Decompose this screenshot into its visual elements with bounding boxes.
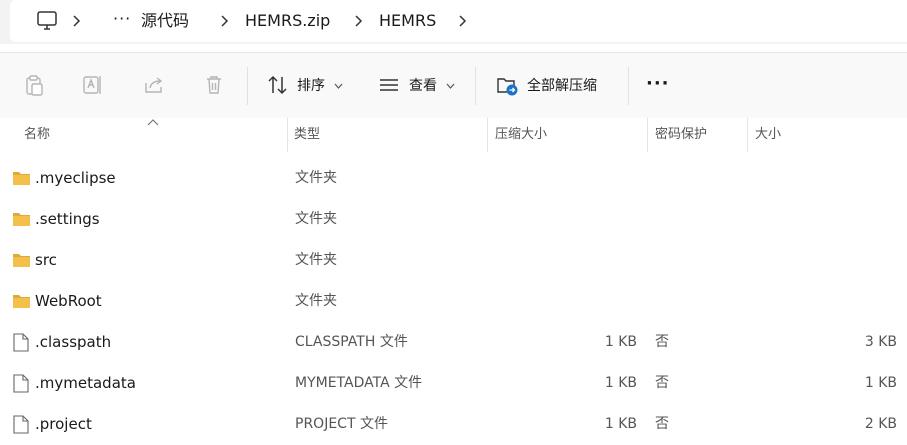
sort-ascending-icon <box>147 119 159 126</box>
file-password-protected: 否 <box>655 416 669 432</box>
file-type: 文件夹 <box>295 211 337 227</box>
file-type: MYMETADATA 文件 <box>295 375 423 391</box>
chevron-down-icon[interactable] <box>334 83 343 89</box>
file-row[interactable]: .project PROJECT 文件 1 KB 否 2 KB <box>0 404 907 442</box>
chevron-right-icon[interactable] <box>454 13 470 29</box>
toolbar-divider <box>247 67 248 105</box>
breadcrumb-item-zip[interactable]: HEMRS.zip <box>245 0 330 42</box>
folder-icon <box>13 295 30 308</box>
column-header-name[interactable]: 名称 <box>24 118 50 152</box>
file-row[interactable]: .settings 文件夹 <box>0 199 907 240</box>
toolbar-divider <box>475 67 476 105</box>
file-row[interactable]: .classpath CLASSPATH 文件 1 KB 否 3 KB <box>0 322 907 363</box>
file-name[interactable]: WebRoot <box>35 281 102 322</box>
file-row[interactable]: WebRoot 文件夹 <box>0 281 907 322</box>
view-icon[interactable] <box>377 73 401 97</box>
file-name[interactable]: src <box>35 240 57 281</box>
sort-button[interactable]: 排序 <box>297 53 325 119</box>
delete-icon[interactable] <box>202 73 226 97</box>
column-header-compressed-size[interactable]: 压缩大小 <box>495 118 547 152</box>
sort-icon[interactable] <box>266 73 290 97</box>
file-compressed-size: 1 KB <box>604 334 637 350</box>
column-header-row: 名称 类型 压缩大小 密码保护 大小 <box>0 118 907 152</box>
column-divider[interactable] <box>287 118 288 152</box>
column-divider[interactable] <box>647 118 648 152</box>
share-icon[interactable] <box>142 73 166 97</box>
address-bar: ··· 源代码 HEMRS.zip HEMRS <box>0 0 907 44</box>
command-bar: 排序 查看 全部解压缩 ··· <box>0 52 907 119</box>
view-button[interactable]: 查看 <box>409 53 437 119</box>
file-type: 文件夹 <box>295 170 337 186</box>
column-divider[interactable] <box>747 118 748 152</box>
breadcrumb-item-source[interactable]: 源代码 <box>141 0 189 42</box>
column-header-size[interactable]: 大小 <box>755 118 781 152</box>
file-type: 文件夹 <box>295 293 337 309</box>
file-icon <box>13 415 29 434</box>
extract-all-icon[interactable] <box>496 73 520 97</box>
chevron-right-icon[interactable] <box>68 13 84 29</box>
file-name[interactable]: .settings <box>35 199 100 240</box>
file-password-protected: 否 <box>655 375 669 391</box>
chevron-right-icon[interactable] <box>216 13 232 29</box>
file-icon <box>13 333 29 352</box>
toolbar-divider <box>628 67 629 105</box>
file-row[interactable]: src 文件夹 <box>0 240 907 281</box>
file-name[interactable]: .classpath <box>35 322 111 363</box>
chevron-right-icon[interactable] <box>350 13 366 29</box>
rename-icon[interactable] <box>81 73 105 97</box>
chevron-down-icon[interactable] <box>446 83 455 89</box>
extract-all-button[interactable]: 全部解压缩 <box>527 53 597 119</box>
column-divider[interactable] <box>487 118 488 152</box>
file-size: 2 KB <box>864 416 897 432</box>
paste-icon[interactable] <box>22 73 46 97</box>
file-row[interactable]: .mymetadata MYMETADATA 文件 1 KB 否 1 KB <box>0 363 907 404</box>
folder-icon <box>13 254 30 267</box>
folder-icon <box>13 172 30 185</box>
file-compressed-size: 1 KB <box>604 375 637 391</box>
file-type: 文件夹 <box>295 252 337 268</box>
file-icon <box>13 374 29 393</box>
file-name[interactable]: .mymetadata <box>35 363 136 404</box>
file-compressed-size: 1 KB <box>604 416 637 432</box>
file-row[interactable]: .myeclipse 文件夹 <box>0 158 907 199</box>
file-size: 3 KB <box>864 334 897 350</box>
file-type: PROJECT 文件 <box>295 416 388 432</box>
file-name[interactable]: .project <box>35 404 92 445</box>
file-size: 1 KB <box>864 375 897 391</box>
file-password-protected: 否 <box>655 334 669 350</box>
more-options-button[interactable]: ··· <box>646 53 670 119</box>
folder-icon <box>13 213 30 226</box>
breadcrumb-overflow[interactable]: ··· <box>113 0 131 42</box>
breadcrumb[interactable]: ··· 源代码 HEMRS.zip HEMRS <box>10 0 907 42</box>
column-header-type[interactable]: 类型 <box>294 118 320 152</box>
file-type: CLASSPATH 文件 <box>295 334 408 350</box>
breadcrumb-item-hemrs[interactable]: HEMRS <box>379 0 436 42</box>
this-pc-icon[interactable] <box>36 10 58 32</box>
column-header-password[interactable]: 密码保护 <box>655 118 707 152</box>
file-name[interactable]: .myeclipse <box>35 158 116 199</box>
